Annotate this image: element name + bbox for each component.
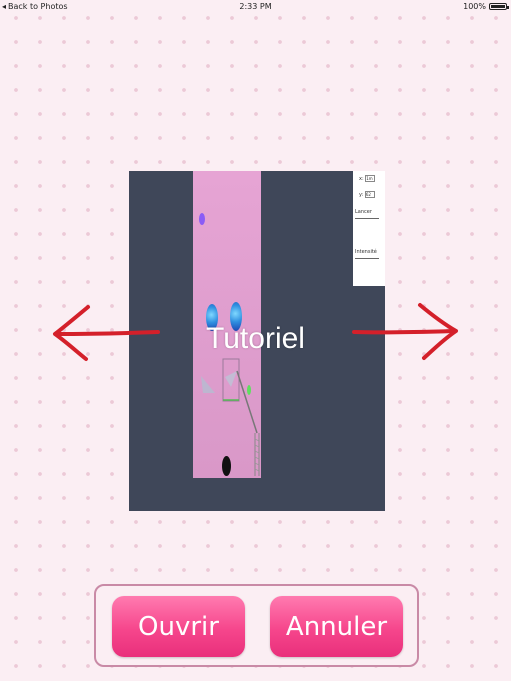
settings-row-y: y: 62 bbox=[359, 191, 375, 198]
battery-indicator: 100% bbox=[463, 2, 509, 11]
settings-x-box: 1m bbox=[365, 175, 376, 182]
settings-row-x: x: 1m bbox=[359, 175, 376, 182]
left-arrow-icon[interactable] bbox=[50, 303, 162, 363]
battery-icon bbox=[489, 3, 509, 10]
settings-slider-4 bbox=[355, 258, 379, 259]
right-arrow-icon[interactable] bbox=[350, 301, 462, 361]
action-dialog: Ouvrir Annuler bbox=[94, 584, 419, 667]
settings-y-label: y: bbox=[359, 192, 364, 198]
settings-y-value: 62 bbox=[365, 192, 371, 197]
settings-label-3: Lancer bbox=[355, 209, 372, 215]
settings-slider-3 bbox=[355, 218, 379, 219]
settings-x-value: 1m bbox=[366, 176, 373, 181]
settings-row-3: Lancer bbox=[355, 209, 379, 219]
battery-percent: 100% bbox=[463, 2, 486, 11]
cancel-button[interactable]: Annuler bbox=[270, 596, 403, 657]
status-time: 2:33 PM bbox=[239, 2, 272, 11]
settings-y-box: 62 bbox=[364, 191, 375, 198]
settings-row-4: Intensité bbox=[355, 249, 379, 259]
settings-x-label: x: bbox=[359, 176, 364, 182]
settings-panel: x: 1m y: 62 Lancer Intensité bbox=[353, 171, 385, 286]
settings-label-4: Intensité bbox=[355, 249, 377, 255]
open-button[interactable]: Ouvrir bbox=[112, 596, 245, 657]
status-bar: ◂ Back to Photos 2:33 PM 100% bbox=[0, 0, 511, 14]
